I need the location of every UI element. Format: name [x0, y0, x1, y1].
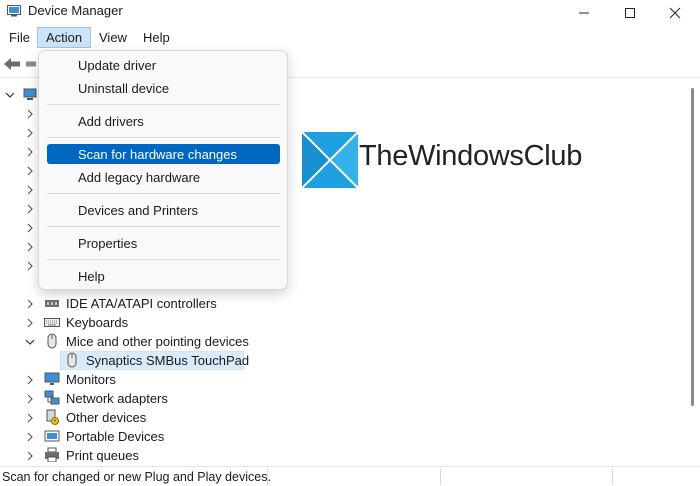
vertical-scrollbar[interactable]	[686, 80, 700, 462]
printer-icon	[45, 447, 59, 462]
status-divider	[612, 469, 613, 485]
menu-item-add-legacy-hardware[interactable]: Add legacy hardware	[47, 167, 280, 187]
chevron-right-icon[interactable]	[24, 108, 36, 120]
tree-label: Synaptics SMBus TouchPad	[86, 353, 250, 368]
tree-label: Network adapters	[66, 391, 168, 406]
chevron-right-icon[interactable]	[24, 431, 36, 443]
chevron-right-icon[interactable]	[24, 241, 36, 253]
status-divider	[267, 469, 268, 485]
tree-item-other-devices[interactable]: Other devices	[0, 408, 686, 427]
chevron-down-icon[interactable]	[24, 336, 36, 348]
menu-bar: File Action View Help	[0, 26, 700, 50]
menu-item-update-driver[interactable]: Update driver	[47, 55, 280, 75]
portable-device-icon	[44, 430, 60, 442]
menu-item-label: Add drivers	[78, 114, 144, 129]
chevron-right-icon[interactable]	[24, 203, 36, 215]
menu-help[interactable]: Help	[135, 27, 178, 48]
mouse-icon	[47, 333, 57, 349]
ide-controller-icon	[45, 300, 59, 307]
menu-separator	[47, 259, 280, 260]
menu-item-label: Help	[78, 269, 105, 284]
menu-item-help[interactable]: Help	[47, 266, 280, 286]
menu-item-label: Properties	[78, 236, 138, 251]
minimize-icon	[579, 12, 589, 14]
tree-item-ide-controllers[interactable]: IDE ATA/ATAPI controllers	[0, 294, 686, 313]
tree-label: Keyboards	[66, 315, 129, 330]
monitor-icon	[44, 372, 60, 385]
tree-item-monitors[interactable]: Monitors	[0, 370, 686, 389]
chevron-right-icon[interactable]	[24, 146, 36, 158]
windows-club-logo-icon	[302, 132, 358, 188]
tree-item-print-queues[interactable]: Print queues	[0, 446, 686, 462]
keyboard-icon	[44, 318, 60, 327]
title-bar: Device Manager	[0, 0, 700, 26]
chevron-right-icon[interactable]	[24, 260, 36, 272]
tree-item-portable-devices[interactable]: Portable Devices	[0, 427, 686, 446]
forward-arrow-icon[interactable]	[26, 57, 38, 71]
menu-file[interactable]: File	[1, 27, 38, 48]
close-icon	[669, 7, 681, 19]
menu-item-label: Scan for hardware changes	[78, 147, 237, 162]
menu-item-label: Uninstall device	[78, 81, 170, 96]
tree-label: IDE ATA/ATAPI controllers	[66, 296, 217, 311]
status-bar: Scan for changed or new Plug and Play de…	[0, 466, 700, 486]
chevron-right-icon[interactable]	[24, 374, 36, 386]
menu-item-properties[interactable]: Properties	[47, 233, 280, 253]
chevron-right-icon[interactable]	[24, 412, 36, 424]
menu-action[interactable]: Action	[37, 27, 92, 48]
menu-separator	[47, 193, 280, 194]
chevron-right-icon[interactable]	[24, 184, 36, 196]
tree-label: Mice and other pointing devices	[66, 334, 249, 349]
menu-view[interactable]: View	[91, 27, 135, 48]
chevron-right-icon[interactable]	[24, 450, 36, 462]
menu-separator	[47, 226, 280, 227]
tree-item-mice[interactable]: Mice and other pointing devices	[0, 332, 686, 351]
menu-item-add-drivers[interactable]: Add drivers	[47, 111, 280, 131]
tree-label: Monitors	[66, 372, 116, 387]
menu-item-label: Update driver	[78, 58, 157, 73]
chevron-right-icon[interactable]	[24, 317, 36, 329]
chevron-right-icon[interactable]	[24, 222, 36, 234]
menu-item-scan-hardware[interactable]: Scan for hardware changes	[47, 144, 280, 164]
menu-item-devices-printers[interactable]: Devices and Printers	[47, 200, 280, 220]
maximize-icon	[625, 8, 635, 18]
tree-item-synaptics-touchpad[interactable]: Synaptics SMBus TouchPad	[0, 351, 686, 370]
chevron-right-icon[interactable]	[24, 165, 36, 177]
tree-item-network-adapters[interactable]: Network adapters	[0, 389, 686, 408]
window-title: Device Manager	[28, 3, 123, 18]
menu-item-label: Add legacy hardware	[78, 170, 201, 185]
chevron-right-icon[interactable]	[24, 127, 36, 139]
tree-label: Print queues	[66, 448, 139, 462]
network-adapter-icon	[44, 390, 60, 405]
chevron-right-icon[interactable]	[24, 393, 36, 405]
mouse-icon	[67, 352, 77, 368]
menu-item-label: Devices and Printers	[78, 203, 198, 218]
device-manager-app-icon	[7, 5, 21, 17]
status-text: Scan for changed or new Plug and Play de…	[2, 470, 271, 484]
unknown-device-icon	[46, 409, 59, 425]
maximize-button[interactable]	[607, 0, 653, 26]
chevron-down-icon[interactable]	[4, 89, 16, 101]
watermark-text: TheWindowsClub	[359, 140, 583, 172]
back-arrow-icon[interactable]	[3, 57, 21, 71]
tree-label: Portable Devices	[66, 429, 165, 444]
menu-separator	[47, 137, 280, 138]
computer-icon	[23, 88, 37, 100]
status-divider	[440, 469, 441, 485]
tree-label: Other devices	[66, 410, 147, 425]
action-menu: Update driver Uninstall device Add drive…	[38, 50, 288, 290]
menu-item-uninstall-device[interactable]: Uninstall device	[47, 78, 280, 98]
minimize-button[interactable]	[561, 0, 607, 26]
menu-separator	[47, 104, 280, 105]
chevron-right-icon[interactable]	[24, 298, 36, 310]
tree-item-keyboards[interactable]: Keyboards	[0, 313, 686, 332]
scrollbar-thumb[interactable]	[691, 88, 694, 406]
close-button[interactable]	[652, 0, 698, 26]
